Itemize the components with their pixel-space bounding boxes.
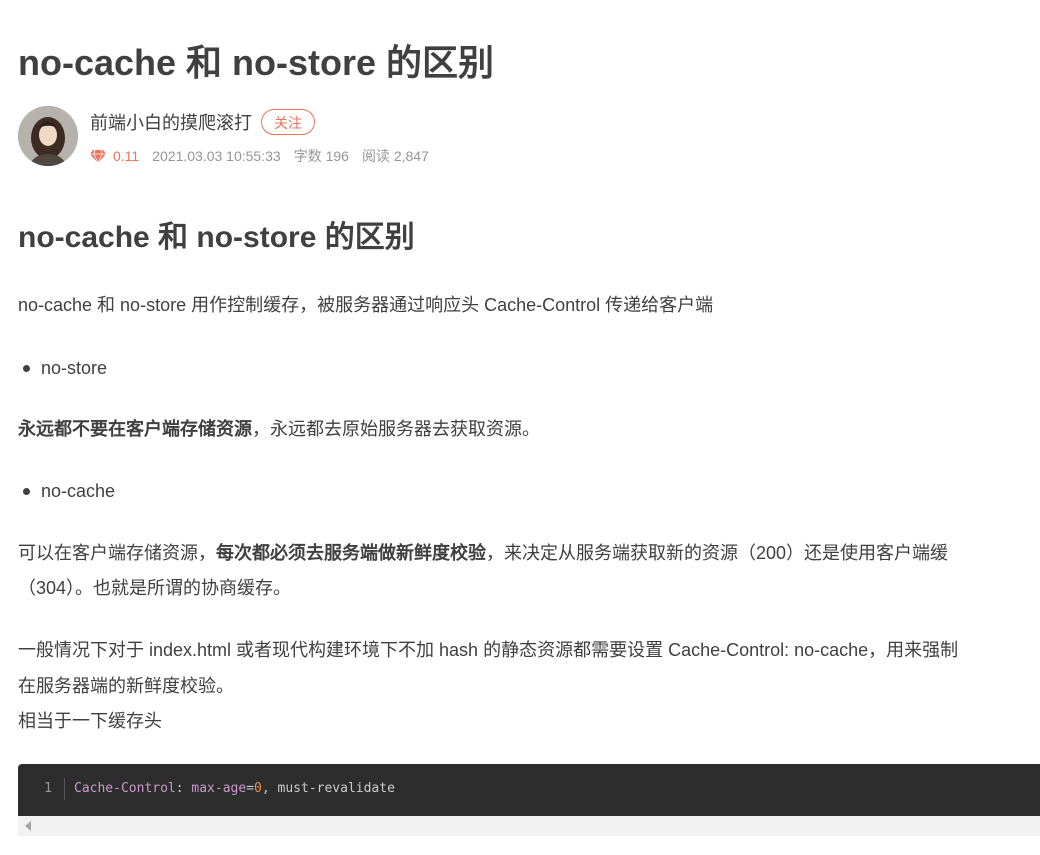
code-gutter — [64, 778, 65, 800]
scroll-left-arrow-icon[interactable] — [25, 821, 31, 831]
plain-text: ，永远都去原始服务器去获取资源。 — [252, 419, 540, 439]
intro-paragraph: no-cache 和 no-store 用作控制缓存，被服务器通过响应头 Cac… — [18, 295, 714, 315]
bullet-dot — [23, 487, 30, 495]
code-block[interactable]: 1 Cache-Control: max-age=0, must-revalid… — [18, 764, 1040, 816]
equivalent-paragraph: 相当于一下缓存头 — [18, 711, 162, 731]
avatar-image — [18, 106, 78, 166]
code-token-number: 0 — [254, 781, 262, 796]
author-row: 前端小白的摸爬滚打 关注 — [90, 108, 315, 136]
no-cache-description: 可以在客户端存储资源，每次都必须去服务端做新鲜度校验，来决定从服务端获取新的资源… — [18, 536, 948, 571]
general-paragraph-line2: 在服务器端的新鲜度校验。 — [18, 676, 234, 696]
read-count: 阅读 2,847 — [361, 148, 429, 164]
article-meta: 0.11 2021.03.03 10:55:33 字数 196 阅读 2,847 — [90, 145, 429, 167]
code-token-colon: : — [175, 781, 192, 796]
section-heading: no-cache 和 no-store 的区别 — [18, 221, 415, 254]
no-store-description: 永远都不要在客户端存储资源，永远都去原始服务器去获取资源。 — [18, 412, 540, 447]
code-token-rest: , must-revalidate — [261, 781, 395, 796]
gem-icon — [90, 149, 106, 163]
code-scrollbar[interactable] — [18, 816, 1040, 836]
follow-button[interactable]: 关注 — [261, 109, 315, 135]
bullet-dot — [23, 364, 30, 372]
article-page: no-cache 和 no-store 的区别 前端小白的摸爬滚打 关注 0.1… — [18, 0, 1040, 855]
general-paragraph: 一般情况下对于 index.html 或者现代构建环境下不加 hash 的静态资… — [18, 640, 959, 660]
gem-badge: 0.11 — [90, 148, 139, 164]
word-count: 字数 196 — [293, 148, 349, 164]
no-cache-description-line2: （304）。也就是所谓的协商缓存。 — [18, 578, 292, 598]
page-title: no-cache 和 no-store 的区别 — [18, 42, 495, 83]
plain-text: ，来决定从服务端获取新的资源（200）还是使用客户端缓 — [486, 543, 949, 563]
bold-text: 每次都必须去服务端做新鲜度校验 — [216, 543, 486, 563]
code-token-property: Cache-Control — [74, 781, 176, 796]
avatar[interactable] — [18, 106, 78, 166]
code-line: Cache-Control: max-age=0, must-revalidat… — [74, 781, 395, 796]
plain-text: 可以在客户端存储资源， — [18, 543, 216, 563]
list-item-text: no-cache — [41, 481, 116, 501]
bold-text: 永远都不要在客户端存储资源 — [18, 419, 252, 439]
author-name[interactable]: 前端小白的摸爬滚打 — [90, 109, 252, 135]
list-item-text: no-store — [41, 358, 108, 378]
list-item: no-cache — [18, 476, 115, 506]
list-item: no-store — [18, 353, 107, 383]
publish-date: 2021.03.03 10:55:33 — [152, 148, 281, 164]
code-line-number: 1 — [44, 781, 52, 796]
code-token-eq: = — [246, 781, 255, 796]
gem-value: 0.11 — [113, 148, 140, 164]
code-token-key: max-age — [191, 781, 247, 796]
